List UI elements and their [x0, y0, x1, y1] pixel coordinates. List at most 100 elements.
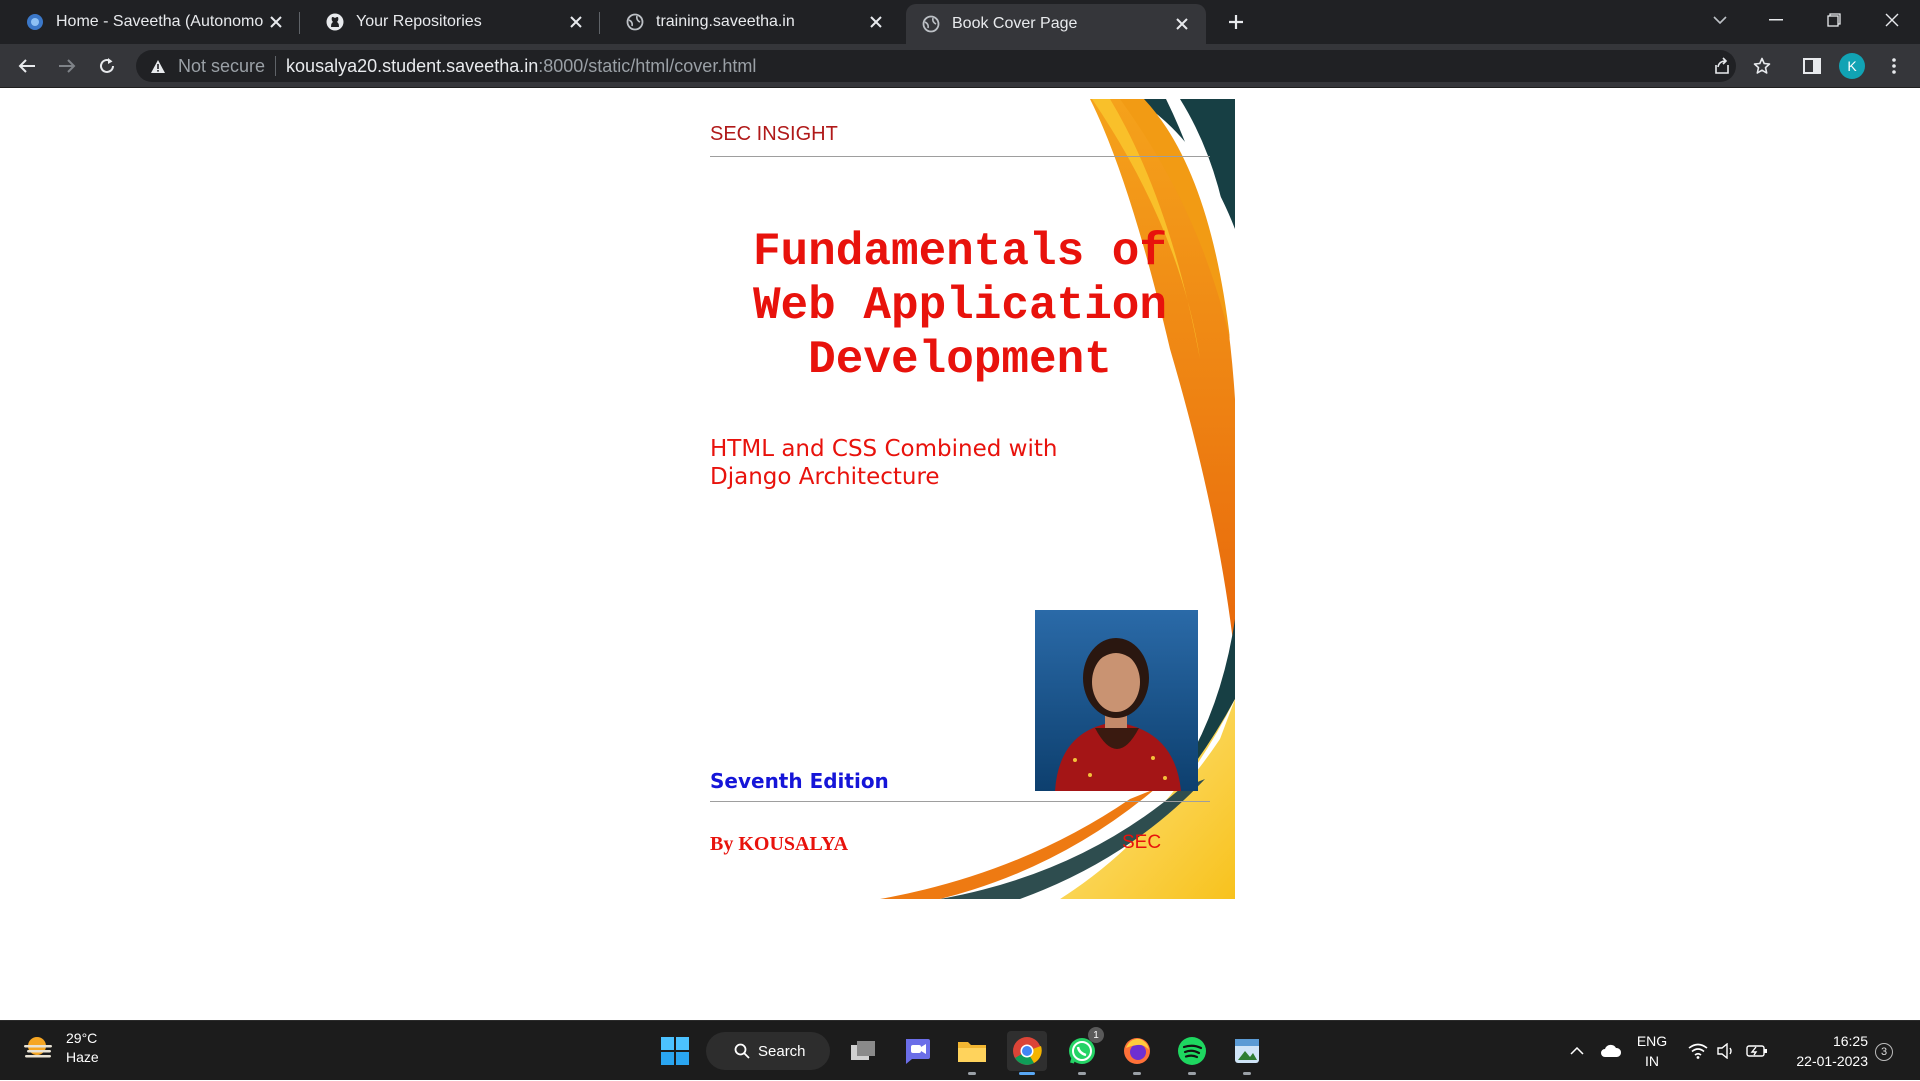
avatar: K [1839, 53, 1865, 79]
system-clock[interactable]: 16:25 22-01-2023 [1786, 1031, 1868, 1071]
onedrive-button[interactable] [1600, 1021, 1624, 1081]
spotify-icon [1178, 1037, 1206, 1065]
spotify-button[interactable] [1172, 1031, 1212, 1075]
clock-time: 16:25 [1832, 1033, 1868, 1049]
bookmark-button[interactable] [1746, 50, 1778, 82]
address-bar[interactable]: Not secure kousalya20.student.saveetha.i… [136, 50, 1736, 82]
running-indicator [1188, 1072, 1196, 1075]
file-explorer-button[interactable] [952, 1031, 992, 1075]
volume-button[interactable] [1716, 1021, 1740, 1081]
wifi-icon [1688, 1043, 1708, 1059]
new-tab-button[interactable] [1222, 8, 1250, 36]
url-path[interactable]: :8000/static/html/cover.html [538, 56, 756, 77]
github-icon [326, 13, 344, 31]
running-indicator [1078, 1072, 1086, 1075]
arrow-left-icon [18, 59, 35, 73]
back-button[interactable] [11, 50, 43, 82]
url-host[interactable]: kousalya20.student.saveetha.in [286, 56, 538, 77]
running-indicator [1019, 1072, 1035, 1075]
star-icon [1753, 57, 1771, 74]
close-tab-icon[interactable] [564, 10, 588, 34]
minimize-icon [1769, 19, 1783, 21]
divider [275, 56, 277, 76]
firefox-button[interactable] [1117, 1031, 1157, 1075]
reload-button[interactable] [91, 50, 123, 82]
running-indicator [1133, 1072, 1141, 1075]
notification-badge: 1 [1088, 1027, 1104, 1043]
arrow-right-icon [59, 59, 76, 73]
side-panel-icon [1803, 58, 1821, 74]
task-view-button[interactable] [843, 1031, 883, 1071]
language-code: ENG [1636, 1033, 1668, 1049]
close-tab-icon[interactable] [864, 10, 888, 34]
photos-button[interactable] [1227, 1031, 1267, 1075]
globe-icon [922, 15, 940, 33]
book-subtitle: HTML and CSS Combined with Django Archit… [710, 436, 1058, 490]
restore-button[interactable] [1806, 0, 1862, 40]
search-icon [734, 1043, 750, 1059]
side-panel-button[interactable] [1796, 50, 1828, 82]
image-viewer-icon [1235, 1039, 1259, 1063]
minimize-button[interactable] [1748, 0, 1804, 40]
close-tab-icon[interactable] [264, 10, 288, 34]
region-code: IN [1645, 1053, 1659, 1069]
tab-book-cover-page[interactable]: Book Cover Page [906, 4, 1206, 44]
show-hidden-icons-button[interactable] [1570, 1021, 1590, 1081]
author-name: By KOUSALYA [710, 833, 849, 855]
profile-button[interactable]: K [1836, 50, 1868, 82]
publisher-name: SEC [1122, 832, 1162, 853]
windows-taskbar: 29°C Haze Search 1 ENG IN 16:25 22-01-20… [0, 1020, 1920, 1080]
edition-label: Seventh Edition [710, 769, 889, 793]
close-tab-icon[interactable] [1170, 12, 1194, 36]
author-photo [1035, 610, 1198, 791]
whatsapp-button[interactable]: 1 [1062, 1027, 1104, 1075]
forward-button[interactable] [51, 50, 83, 82]
battery-charging-icon [1746, 1045, 1767, 1057]
battery-button[interactable] [1746, 1021, 1772, 1081]
task-view-icon [851, 1041, 875, 1060]
weather-condition: Haze [66, 1049, 99, 1065]
notification-center-button[interactable]: 3 [1875, 1043, 1893, 1061]
chrome-icon [1013, 1037, 1042, 1065]
close-icon [1885, 13, 1899, 27]
folder-icon [958, 1042, 986, 1062]
tab-search-button[interactable] [1692, 0, 1748, 40]
weather-widget[interactable]: 29°C Haze [22, 1029, 99, 1067]
tab-your-repositories[interactable]: Your Repositories [300, 0, 600, 44]
tab-home-saveetha[interactable]: Home - Saveetha (Autonomous) [0, 0, 300, 44]
start-button[interactable] [655, 1031, 695, 1071]
network-button[interactable] [1688, 1021, 1712, 1081]
chevron-down-icon [1713, 16, 1727, 24]
reload-icon [100, 58, 114, 73]
tab-title: Book Cover Page [952, 15, 1078, 32]
weather-temperature: 29°C [66, 1030, 98, 1046]
windows-logo-icon [661, 1037, 689, 1065]
globe-icon [626, 13, 644, 31]
chrome-button[interactable] [1007, 1031, 1047, 1075]
warning-icon[interactable] [150, 57, 168, 75]
book-title: Fundamentals of Web Application Developm… [752, 226, 1168, 386]
plus-icon [1229, 15, 1243, 29]
teams-chat-button[interactable] [897, 1031, 937, 1071]
more-vertical-icon [1892, 58, 1896, 74]
close-window-button[interactable] [1864, 0, 1920, 40]
tab-training-saveetha[interactable]: training.saveetha.in [600, 0, 900, 44]
input-language-indicator[interactable]: ENG IN [1634, 1031, 1670, 1071]
share-button[interactable] [1706, 50, 1738, 82]
running-indicator [1243, 1072, 1251, 1075]
taskbar-search[interactable]: Search [706, 1032, 830, 1070]
speaker-icon [1717, 1043, 1732, 1059]
firefox-icon [1124, 1038, 1150, 1064]
menu-button[interactable] [1878, 50, 1910, 82]
haze-icon [24, 1037, 52, 1058]
chat-icon [906, 1039, 930, 1064]
chevron-up-icon [1570, 1047, 1584, 1055]
restore-icon [1827, 13, 1841, 27]
divider [710, 801, 1210, 802]
cloud-icon [1601, 1044, 1622, 1057]
tab-title: training.saveetha.in [656, 13, 795, 30]
security-label[interactable]: Not secure [178, 56, 265, 77]
share-icon [1715, 57, 1729, 74]
tab-title: Home - Saveetha (Autonomous) [56, 13, 264, 30]
search-label: Search [758, 1042, 806, 1060]
